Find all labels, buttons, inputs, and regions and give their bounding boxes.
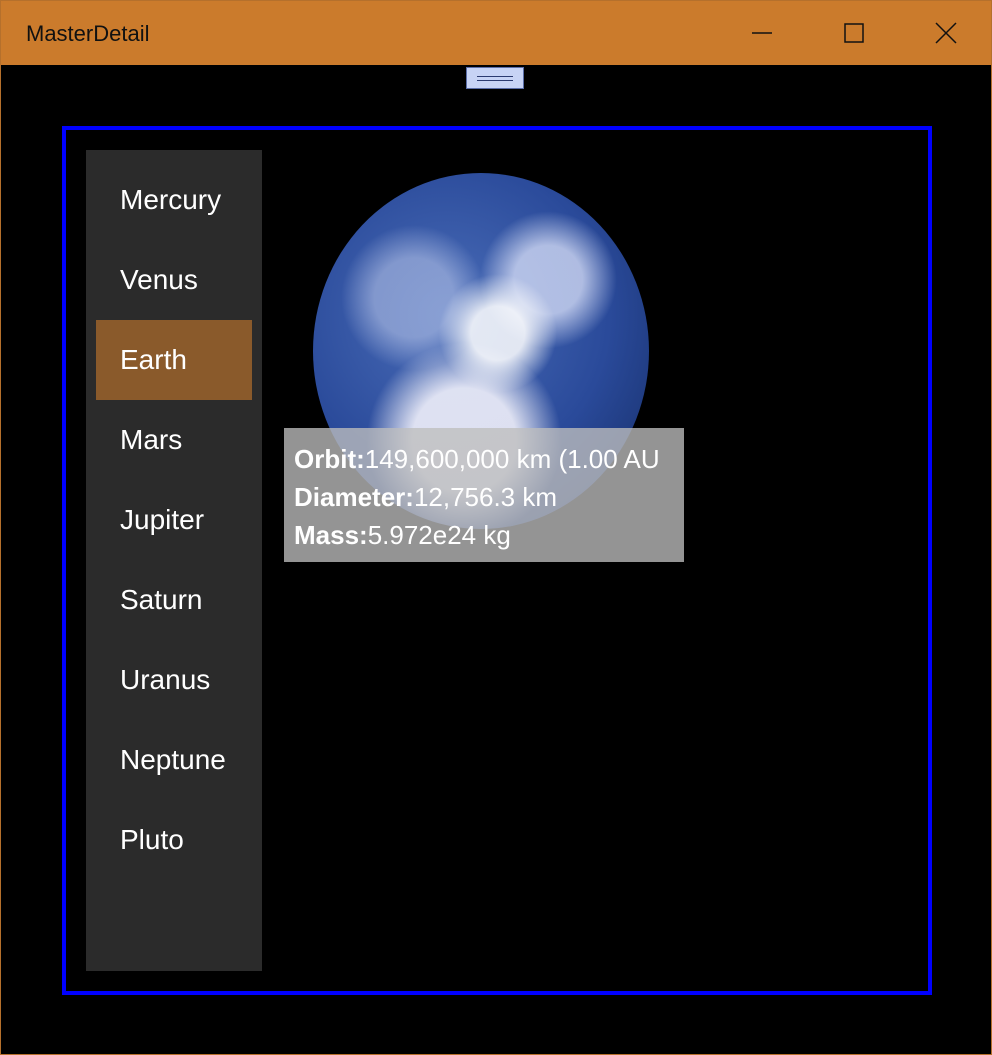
orbit-row: Orbit:149,600,000 km (1.00 AU: [294, 440, 660, 478]
planet-item-label: Mars: [120, 424, 183, 455]
diameter-value: 12,756.3 km: [413, 482, 558, 512]
planet-item-saturn[interactable]: Saturn: [96, 560, 252, 640]
planet-item-label: Uranus: [120, 664, 211, 695]
mass-value: 5.972e24 kg: [367, 520, 511, 550]
planet-item-jupiter[interactable]: Jupiter: [96, 480, 252, 560]
planet-list: Mercury Venus Earth Mars Jupiter Saturn …: [86, 150, 262, 971]
planet-item-uranus[interactable]: Uranus: [96, 640, 252, 720]
title-bar[interactable]: MasterDetail: [1, 1, 991, 65]
planet-item-label: Pluto: [120, 824, 184, 855]
mass-label: Mass:: [294, 520, 368, 550]
planet-item-neptune[interactable]: Neptune: [96, 720, 252, 800]
mass-row: Mass:5.972e24 kg: [294, 516, 511, 554]
app-window: MasterDetail Mercury Venus Earth Mars Ju…: [0, 0, 992, 1055]
diameter-row: Diameter:12,756.3 km: [294, 478, 557, 516]
planet-item-mars[interactable]: Mars: [96, 400, 252, 480]
planet-item-label: Mercury: [120, 184, 222, 215]
resize-grip[interactable]: [466, 67, 524, 89]
diameter-label: Diameter:: [294, 482, 414, 512]
planet-item-mercury[interactable]: Mercury: [96, 160, 252, 240]
orbit-label: Orbit:: [294, 444, 365, 474]
window-title: MasterDetail: [26, 21, 150, 46]
planet-item-label: Jupiter: [120, 504, 205, 535]
planet-item-label: Venus: [120, 264, 198, 295]
maximize-button[interactable]: [809, 1, 899, 65]
planet-item-label: Neptune: [120, 744, 226, 775]
grip-line: [477, 76, 513, 77]
minimize-button[interactable]: [717, 1, 807, 65]
grip-line: [477, 80, 513, 81]
planet-item-label: Earth: [120, 344, 187, 375]
close-button[interactable]: [901, 1, 991, 65]
orbit-value: 149,600,000 km (1.00 AU: [364, 444, 660, 474]
planet-item-pluto[interactable]: Pluto: [96, 800, 252, 880]
close-icon: [935, 22, 957, 44]
minimize-icon: [752, 32, 772, 34]
maximize-icon: [844, 23, 864, 43]
planet-item-venus[interactable]: Venus: [96, 240, 252, 320]
planet-item-earth[interactable]: Earth: [96, 320, 252, 400]
planet-details-panel: Orbit:149,600,000 km (1.00 AU Diameter:1…: [284, 428, 684, 562]
planet-item-label: Saturn: [120, 584, 203, 615]
